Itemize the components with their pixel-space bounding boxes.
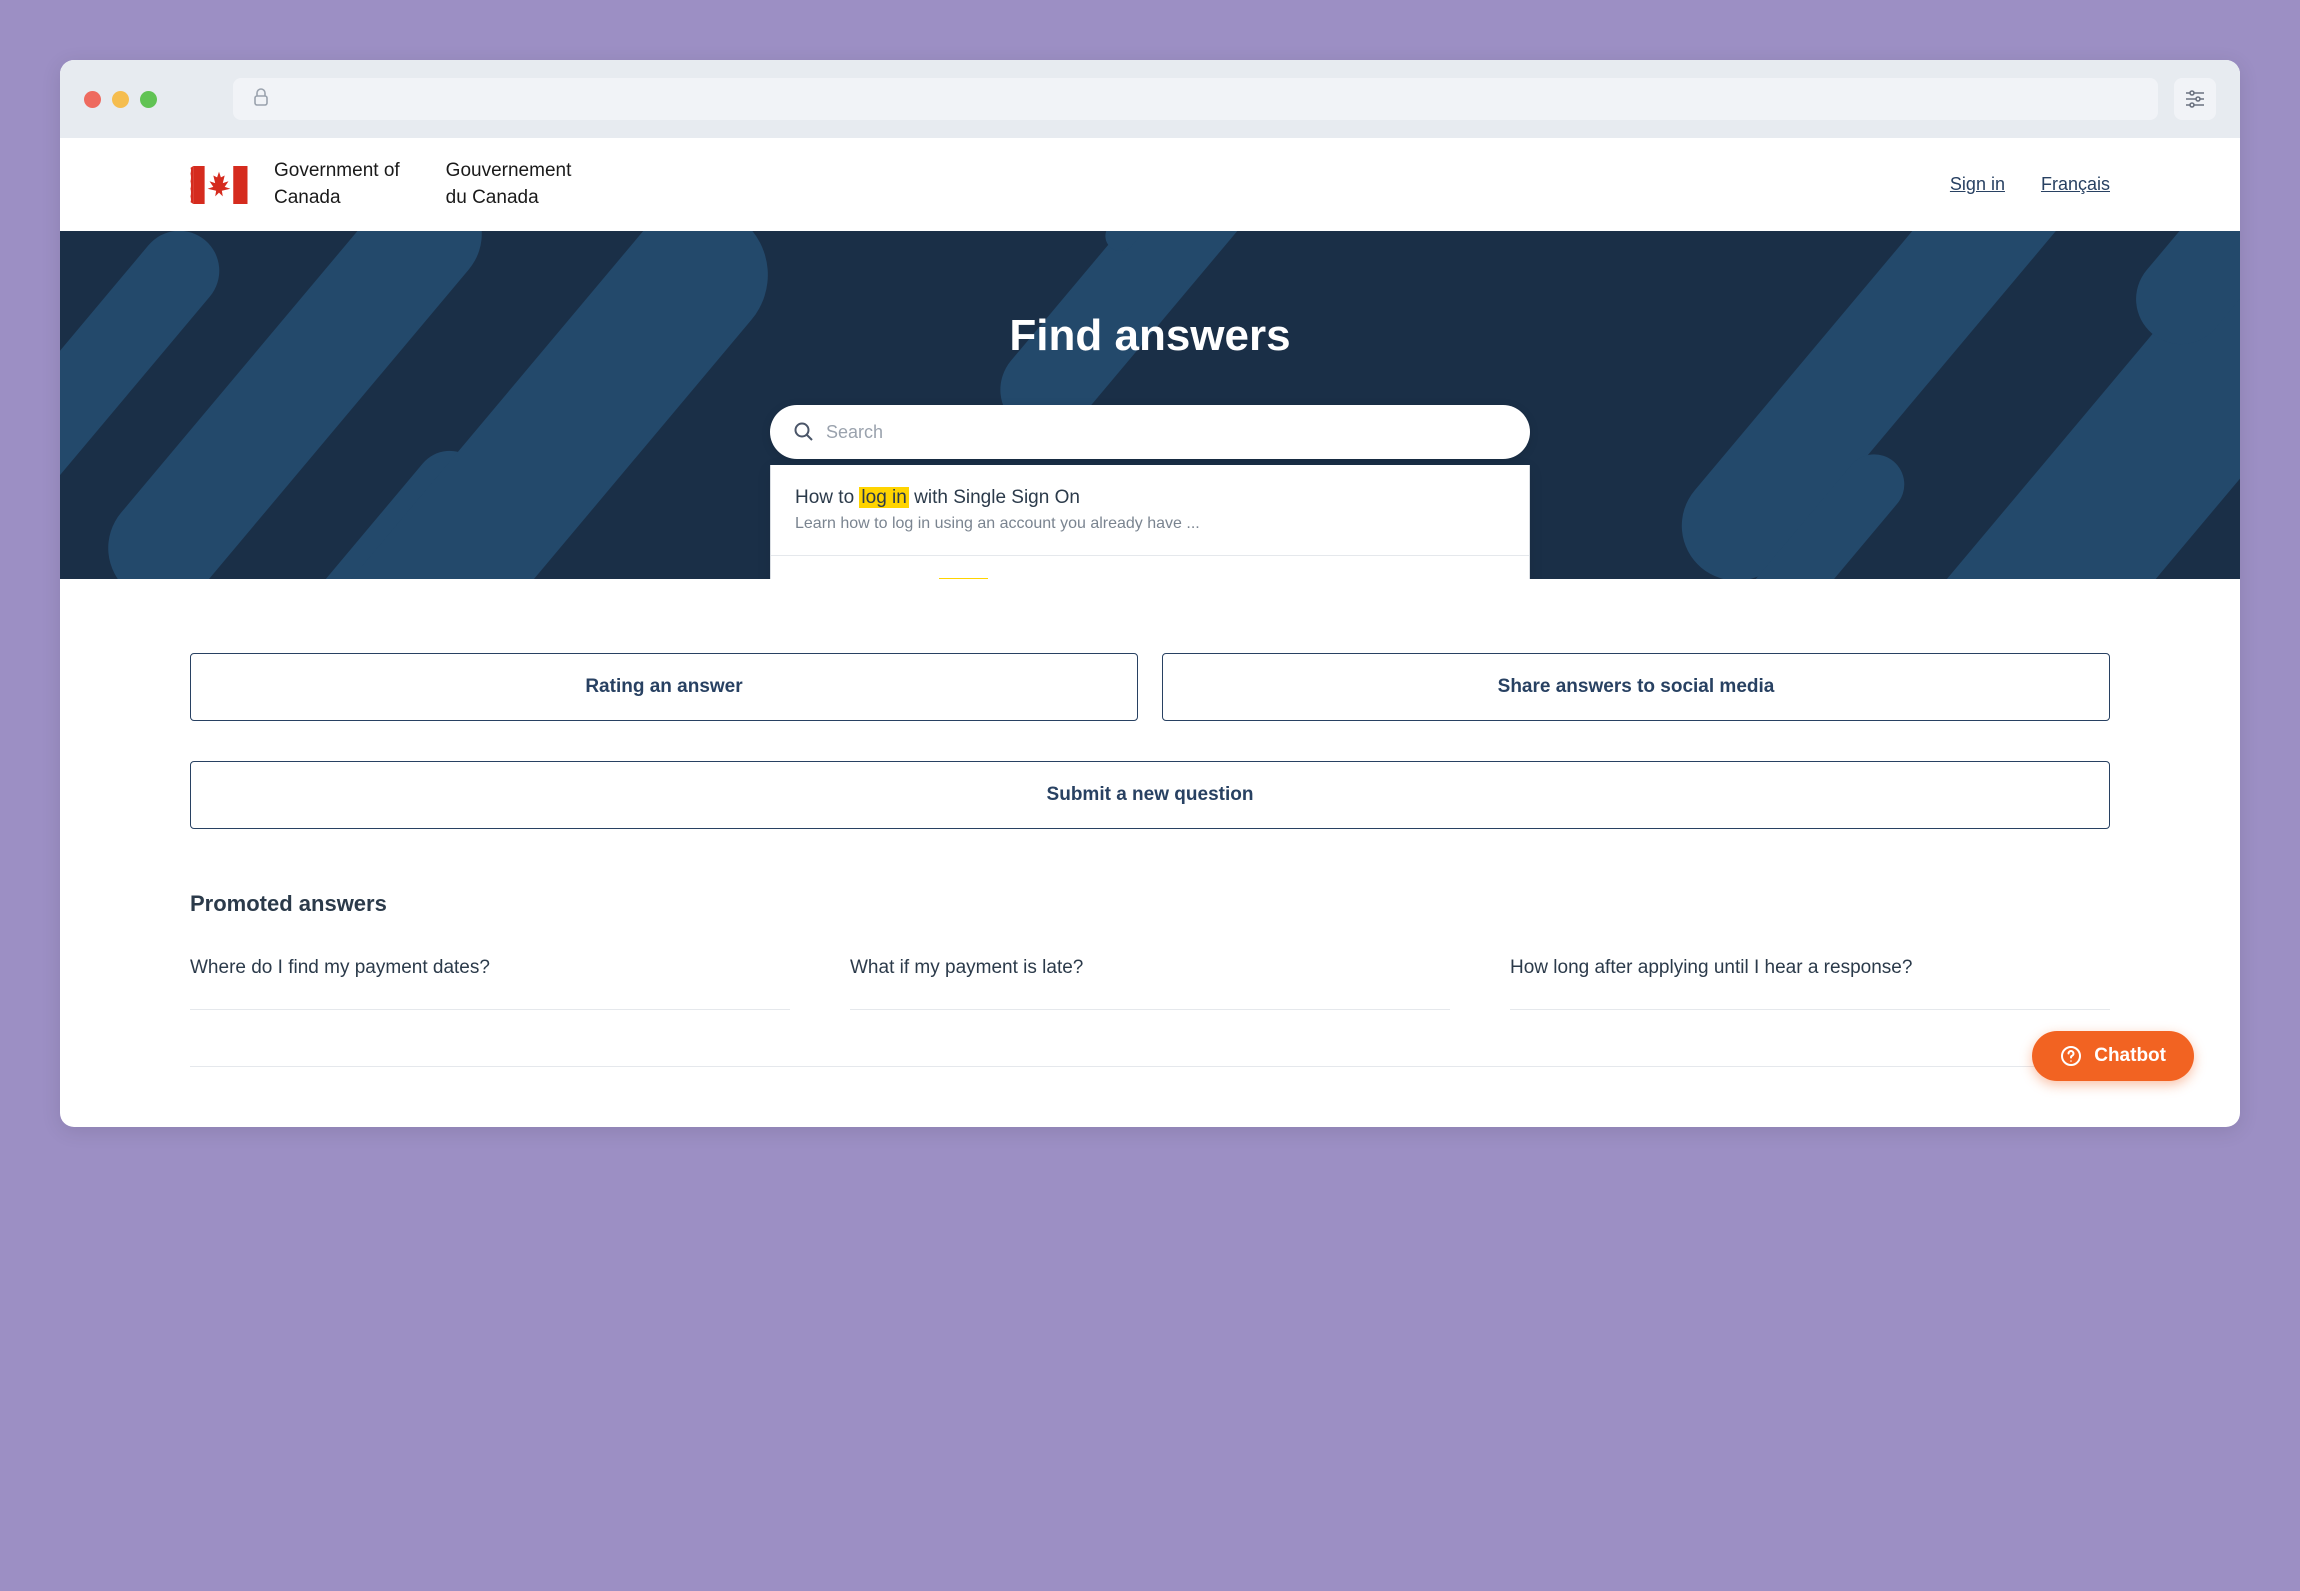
share-answers-button[interactable]: Share answers to social media xyxy=(1162,653,2110,721)
header-links: Sign in Français xyxy=(1950,174,2110,195)
site-header: Government of Canada Gouvernement du Can… xyxy=(60,138,2240,231)
submit-question-button[interactable]: Submit a new question xyxy=(190,761,2110,829)
search-wrap: How to log in with Single Sign On Learn … xyxy=(770,405,1530,459)
brand-en-line2: Canada xyxy=(274,187,341,208)
brand-fr-line1: Gouvernement xyxy=(446,160,572,181)
browser-frame: Government of Canada Gouvernement du Can… xyxy=(60,60,2240,1127)
rating-answer-button[interactable]: Rating an answer xyxy=(190,653,1138,721)
chatbot-label: Chatbot xyxy=(2094,1045,2166,1067)
autocomplete-dropdown: How to log in with Single Sign On Learn … xyxy=(770,465,1530,579)
autocomplete-item[interactable]: How to log in with Single Sign On Learn … xyxy=(771,465,1529,556)
promoted-item[interactable]: Where do I find my payment dates? xyxy=(190,957,790,1010)
divider xyxy=(190,1066,2110,1067)
chatbot-button[interactable]: Chatbot xyxy=(2032,1031,2194,1081)
brand-text: Government of Canada Gouvernement du Can… xyxy=(274,158,571,211)
search-field[interactable] xyxy=(770,405,1530,459)
browser-settings-button[interactable] xyxy=(2174,78,2216,120)
content: Rating an answer Share answers to social… xyxy=(60,579,2240,1127)
hero-title: Find answers xyxy=(60,311,2240,361)
address-bar[interactable] xyxy=(233,78,2158,120)
highlight: log in xyxy=(939,578,988,579)
autocomplete-title: Recovering your log in password xyxy=(795,578,1505,579)
help-icon xyxy=(2060,1045,2082,1067)
window-controls xyxy=(84,91,157,108)
brand-en-line1: Government of xyxy=(274,160,400,181)
sign-in-link[interactable]: Sign in xyxy=(1950,174,2005,195)
search-icon xyxy=(794,422,814,442)
window-close-button[interactable] xyxy=(84,91,101,108)
page-body: Government of Canada Gouvernement du Can… xyxy=(60,138,2240,1127)
promoted-item[interactable]: What if my payment is late? xyxy=(850,957,1450,1010)
autocomplete-snippet: Learn how to log in using an account you… xyxy=(795,515,1505,533)
hero: Find answers How to log in with Single S… xyxy=(60,231,2240,579)
highlight: log in xyxy=(859,487,908,508)
brand-french: Gouvernement du Canada xyxy=(446,158,572,211)
promoted-item[interactable]: How long after applying until I hear a r… xyxy=(1510,957,2110,1010)
search-input[interactable] xyxy=(826,422,1506,443)
browser-chrome xyxy=(60,60,2240,138)
window-maximize-button[interactable] xyxy=(140,91,157,108)
window-minimize-button[interactable] xyxy=(112,91,129,108)
brand-english: Government of Canada xyxy=(274,158,400,211)
promoted-heading: Promoted answers xyxy=(190,891,2110,917)
brand-fr-line2: du Canada xyxy=(446,187,539,208)
canada-flag-icon xyxy=(190,166,248,204)
language-toggle-link[interactable]: Français xyxy=(2041,174,2110,195)
button-row: Rating an answer Share answers to social… xyxy=(190,653,2110,721)
gov-brand: Government of Canada Gouvernement du Can… xyxy=(190,158,571,211)
lock-icon xyxy=(253,88,269,111)
autocomplete-item[interactable]: Recovering your log in password If you h… xyxy=(771,556,1529,579)
promoted-row: Where do I find my payment dates? What i… xyxy=(190,957,2110,1010)
autocomplete-title: How to log in with Single Sign On xyxy=(795,487,1505,509)
